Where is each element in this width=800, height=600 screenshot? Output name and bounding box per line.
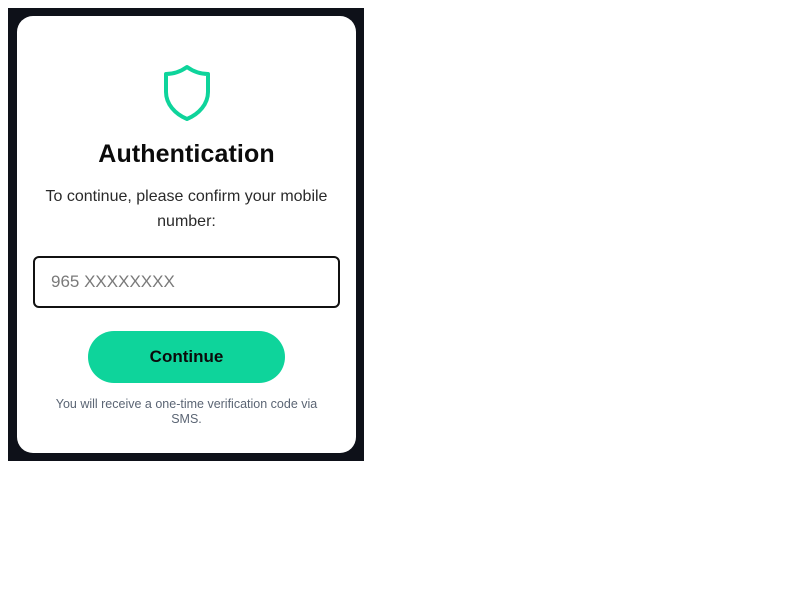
page-title: Authentication [98, 140, 275, 168]
auth-card: Authentication To continue, please confi… [17, 16, 356, 453]
shield-icon [162, 64, 212, 122]
continue-button[interactable]: Continue [88, 331, 285, 383]
phone-number-input[interactable] [33, 256, 340, 308]
sms-verification-note: You will receive a one-time verification… [55, 397, 318, 426]
auth-frame: Authentication To continue, please confi… [8, 8, 364, 461]
auth-instructions: To continue, please confirm your mobile … [45, 188, 328, 230]
